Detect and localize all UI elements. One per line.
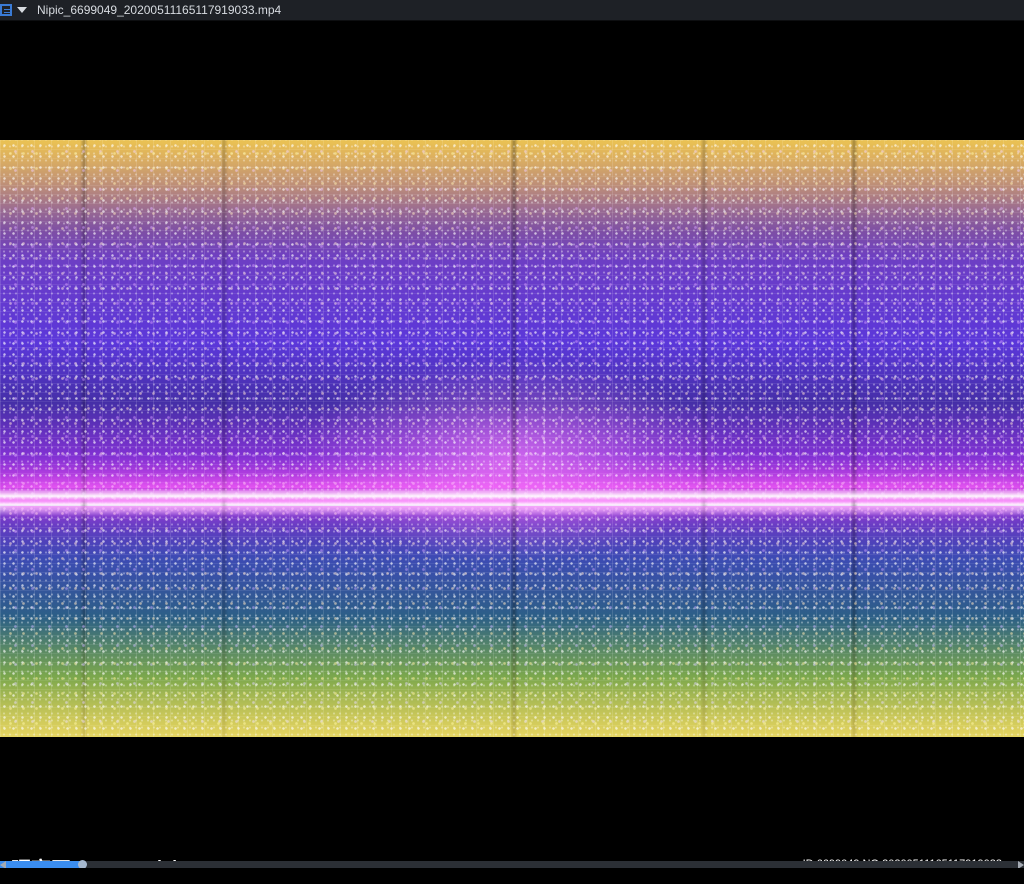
horizon-glow [0, 488, 1024, 506]
title-bar: Nipic_6699049_20200511165117919033.mp4 [0, 0, 1024, 21]
video-player-area[interactable] [0, 21, 1024, 860]
chevron-down-icon[interactable] [17, 7, 27, 13]
bottom-glow [0, 617, 1024, 737]
bottom-black-strip [0, 868, 1024, 884]
video-frame[interactable] [0, 140, 1024, 737]
video-progress-bar[interactable] [0, 860, 1024, 869]
list-menu-icon[interactable] [0, 4, 12, 16]
video-filename: Nipic_6699049_20200511165117919033.mp4 [37, 3, 282, 17]
video-progress-fill [0, 861, 82, 868]
